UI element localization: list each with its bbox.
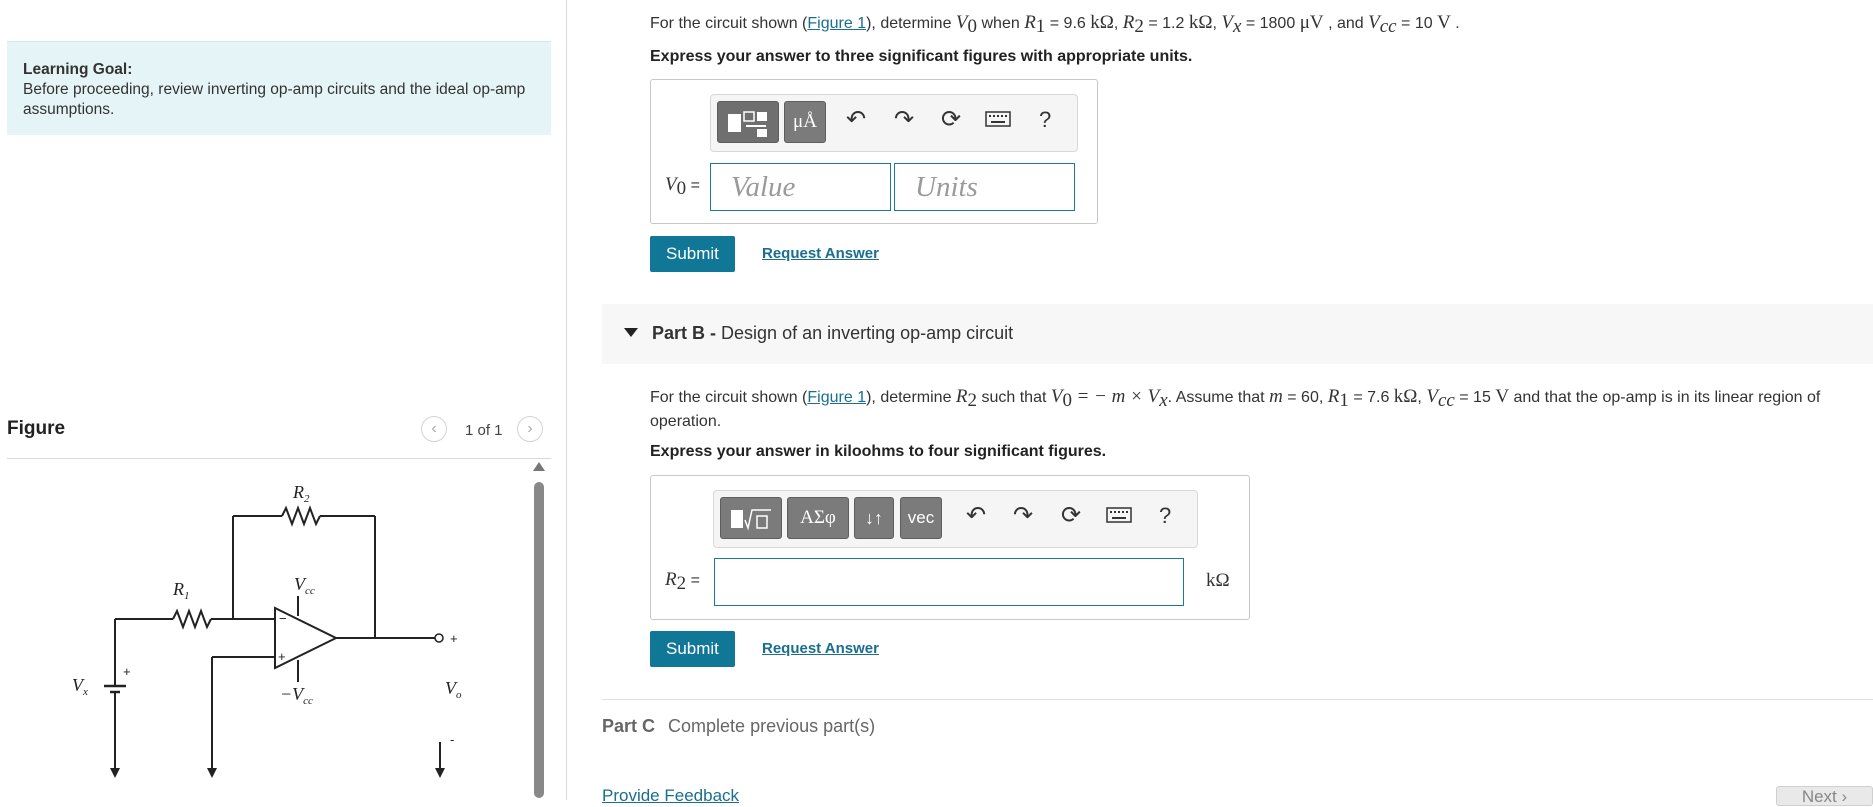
label-source-plus: + bbox=[123, 664, 131, 679]
symbols-button[interactable]: ΑΣφ bbox=[787, 497, 849, 539]
part-a-answer-box: μÅ ↶ ↷ ⟳ ? V0 = bbox=[650, 79, 1098, 224]
reset-icon[interactable]: ⟳ bbox=[936, 105, 966, 135]
label-vcc: Vcc bbox=[294, 574, 315, 597]
templates-icon[interactable] bbox=[720, 497, 782, 539]
help-icon[interactable]: ? bbox=[1159, 503, 1171, 529]
provide-feedback-link[interactable]: Provide Feedback bbox=[602, 786, 739, 806]
v0-label: V0 = bbox=[665, 174, 700, 200]
part-a-request-answer-link[interactable]: Request Answer bbox=[762, 245, 879, 262]
part-b-submit-button[interactable]: Submit bbox=[650, 631, 735, 667]
scroll-up-icon[interactable] bbox=[533, 462, 545, 471]
label-r1: R1 bbox=[172, 579, 190, 602]
label-r2: R2 bbox=[292, 482, 310, 505]
part-a-problem-text: For the circuit shown (Figure 1), determ… bbox=[650, 12, 1460, 38]
part-c-divider bbox=[602, 699, 1873, 700]
keyboard-icon[interactable] bbox=[1104, 501, 1134, 531]
part-b-toolbar: ΑΣφ ↓↑ vec ↶ ↷ ⟳ ? bbox=[713, 490, 1198, 548]
chevron-left-icon[interactable]: ‹ bbox=[421, 416, 447, 442]
part-b-title: Part B - Design of an inverting op-amp c… bbox=[652, 323, 1014, 343]
figure-title: Figure bbox=[7, 418, 66, 439]
help-icon[interactable]: ? bbox=[1039, 107, 1051, 133]
figure-header: Figure ‹ 1 of 1 › bbox=[7, 414, 551, 459]
label-vx: Vx bbox=[72, 675, 88, 698]
figure-1-link-b[interactable]: Figure 1 bbox=[807, 389, 866, 406]
part-a-toolbar: μÅ ↶ ↷ ⟳ ? bbox=[710, 94, 1078, 152]
part-c-label: Part C bbox=[602, 716, 656, 736]
part-b-request-answer-link[interactable]: Request Answer bbox=[762, 640, 879, 657]
r2-answer-input[interactable] bbox=[714, 558, 1184, 606]
label-vo: Vo bbox=[445, 678, 462, 701]
part-b-problem-text: For the circuit shown (Figure 1), determ… bbox=[650, 386, 1821, 431]
learning-goal-box: Learning Goal: Before proceeding, review… bbox=[7, 41, 551, 135]
r2-resistor bbox=[281, 505, 321, 527]
units-input[interactable] bbox=[894, 163, 1075, 211]
part-c-status: Complete previous part(s) bbox=[668, 716, 876, 736]
label-output-plus: + bbox=[450, 631, 458, 646]
right-panel: For the circuit shown (Figure 1), determ… bbox=[567, 0, 1873, 806]
reset-icon[interactable]: ⟳ bbox=[1056, 501, 1086, 531]
learning-goal-text: Before proceeding, review inverting op-a… bbox=[23, 81, 526, 118]
figure-scrollbar[interactable] bbox=[533, 462, 545, 798]
chevron-right-icon[interactable]: › bbox=[517, 416, 543, 442]
scroll-thumb[interactable] bbox=[534, 482, 544, 798]
label-output-minus: - bbox=[450, 732, 454, 747]
undo-icon[interactable]: ↶ bbox=[961, 501, 991, 531]
undo-icon[interactable]: ↶ bbox=[841, 105, 871, 135]
part-a-instruction: Express your answer to three significant… bbox=[650, 48, 1193, 65]
part-b-header[interactable]: Part B - Design of an inverting op-amp c… bbox=[602, 304, 1873, 364]
figure-1-link[interactable]: Figure 1 bbox=[807, 15, 866, 32]
redo-icon[interactable]: ↷ bbox=[1008, 501, 1038, 531]
part-b-instruction: Express your answer in kiloohms to four … bbox=[650, 443, 1107, 460]
circuit-diagram: R2 R1 Vcc −Vcc Vx Vo − + + + - bbox=[72, 482, 462, 778]
vec-button[interactable]: vec bbox=[900, 497, 942, 539]
next-button[interactable]: Next › bbox=[1776, 786, 1873, 806]
keyboard-icon[interactable] bbox=[983, 105, 1013, 135]
r2-label: R2 = bbox=[665, 569, 700, 595]
units-button[interactable]: μÅ bbox=[784, 101, 826, 143]
figure-counter: 1 of 1 bbox=[465, 422, 503, 439]
part-b-answer-box: ΑΣφ ↓↑ vec ↶ ↷ ⟳ ? R2 = kΩ bbox=[650, 475, 1250, 620]
value-input[interactable] bbox=[710, 163, 891, 211]
r2-unit-label: kΩ bbox=[1206, 570, 1230, 591]
label-inverting-input: − bbox=[279, 611, 287, 626]
arrows-button[interactable]: ↓↑ bbox=[854, 497, 894, 539]
label-neg-vcc: −Vcc bbox=[280, 684, 313, 707]
left-panel: Learning Goal: Before proceeding, review… bbox=[0, 0, 566, 800]
part-a-submit-button[interactable]: Submit bbox=[650, 236, 735, 272]
redo-icon[interactable]: ↷ bbox=[889, 105, 919, 135]
templates-icon[interactable] bbox=[717, 101, 779, 143]
part-c-row: Part C Complete previous part(s) bbox=[602, 716, 875, 737]
caret-down-icon[interactable] bbox=[624, 328, 638, 337]
r1-resistor bbox=[172, 608, 212, 630]
learning-goal-title: Learning Goal: bbox=[23, 61, 133, 78]
label-noninverting-input: + bbox=[278, 649, 286, 664]
